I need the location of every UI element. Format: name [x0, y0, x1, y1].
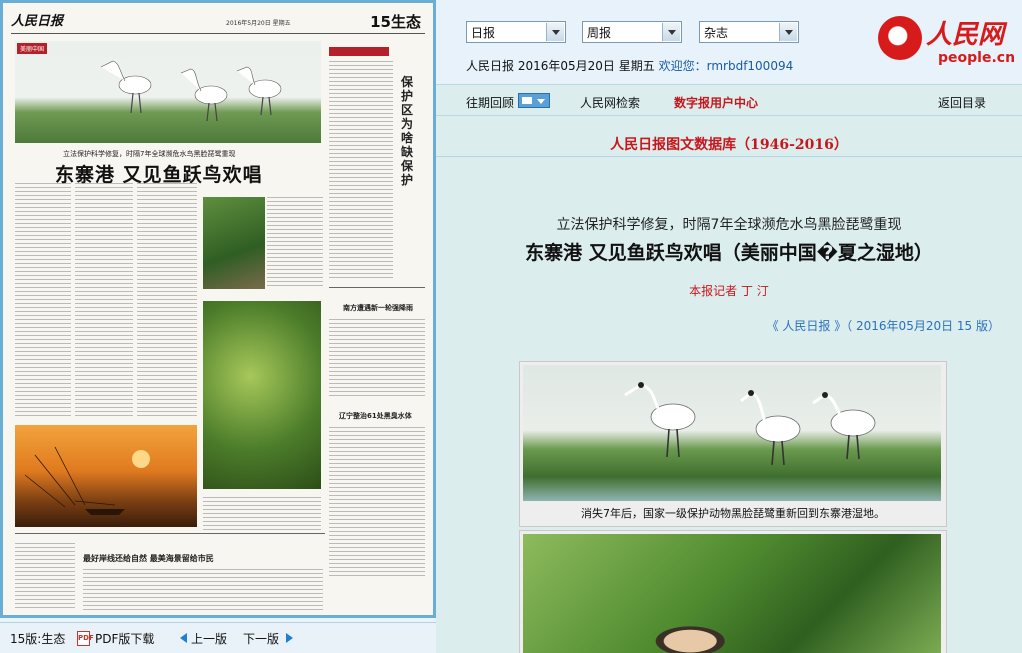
- edition-label: 15版:生态: [10, 632, 66, 646]
- newspaper-logo: 人民日报: [11, 14, 64, 29]
- newspaper-subheadline: 立法保护科学修复，时隔7年全球濒危水鸟黑脸琵鹭重现: [63, 150, 236, 158]
- newspaper-edition: 15生态: [370, 13, 421, 31]
- prev-edition-link[interactable]: 上一版: [191, 630, 227, 647]
- man-in-mangrove-photo[interactable]: [523, 534, 941, 653]
- weekly-select[interactable]: 周报: [582, 21, 682, 43]
- weekly-select-value: 周报: [587, 26, 612, 40]
- chevron-down-icon[interactable]: [546, 23, 564, 41]
- welcome-user: 欢迎您：rmrbdf100094: [658, 59, 794, 73]
- newspaper-rule: [15, 533, 325, 534]
- newspaper-text-column[interactable]: [329, 61, 393, 281]
- spoonbill-photo[interactable]: [523, 365, 941, 501]
- edition-pager: 15版:生态 PDF PDF版下载 上一版 下一版: [0, 622, 436, 653]
- newspaper-photo-sunset[interactable]: [15, 425, 197, 527]
- magazine-select-value: 杂志: [704, 26, 729, 40]
- newspaper-text-column[interactable]: [267, 197, 323, 289]
- newspaper-text-column[interactable]: [15, 543, 75, 611]
- newspaper-bottom-headline[interactable]: 最好岸线还给自然 最美海景留给市民: [83, 553, 214, 564]
- newspaper-vertical-title[interactable]: 保护区为啥缺保护: [401, 75, 415, 187]
- article-author: 本报记者 丁 汀: [689, 284, 769, 298]
- page: 人民日报 2016年5月20日 星期五 15生态 美丽中国 立法保护科学修复，时…: [0, 0, 1022, 653]
- newspaper-text-column[interactable]: [15, 183, 71, 419]
- title-divider: [436, 156, 1022, 157]
- newspaper-column-tag: [329, 47, 389, 56]
- newspaper-date: 2016年5月20日 星期五: [226, 20, 291, 27]
- article-photo-1[interactable]: 消失7年后，国家一级保护动物黑脸琵鹭重新回到东寨港湿地。: [519, 361, 947, 527]
- brand-url: people.cn: [938, 50, 1016, 66]
- newspaper-photo-birds[interactable]: 美丽中国: [15, 41, 321, 143]
- people-cn-logo[interactable]: 人民网 people.cn: [876, 10, 1016, 68]
- paper-name: 人民日报: [466, 59, 515, 73]
- fishing-sunset-illustration: [24, 446, 150, 515]
- photo-caption: 消失7年后，国家一级保护动物黑脸琵鹭重新回到东寨港湿地。: [581, 507, 885, 520]
- arrow-right-icon[interactable]: [286, 633, 293, 643]
- newspaper-rule: [329, 287, 425, 288]
- next-edition-link[interactable]: 下一版: [243, 630, 279, 647]
- digital-user-center-link[interactable]: 数字报用户中心: [674, 94, 758, 111]
- chevron-down-icon[interactable]: [662, 23, 680, 41]
- daily-select-value: 日报: [471, 26, 496, 40]
- daily-select[interactable]: 日报: [466, 21, 566, 43]
- newspaper-text-column[interactable]: [329, 319, 425, 399]
- issue-weekday: 星期五: [618, 59, 655, 73]
- newspaper-text-column[interactable]: [329, 427, 425, 577]
- site-header: 日报 周报 杂志 人民日报 2016年05月20日 星期五 欢迎您：rmrbdf…: [436, 0, 1022, 84]
- newspaper-page-image[interactable]: 人民日报 2016年5月20日 星期五 15生态 美丽中国 立法保护科学修复，时…: [3, 3, 433, 615]
- spoonbills-illustration: [100, 60, 282, 122]
- newspaper-text-column[interactable]: [75, 183, 133, 419]
- newspaper-photo-mangrove[interactable]: [203, 301, 321, 489]
- brand-name: 人民网: [926, 20, 1005, 50]
- magazine-select[interactable]: 杂志: [699, 21, 799, 43]
- pdf-icon[interactable]: PDF: [77, 631, 94, 646]
- spoonbills-illustration: [624, 382, 876, 466]
- newspaper-masthead: 人民日报 2016年5月20日 星期五 15生态: [11, 8, 425, 34]
- search-link[interactable]: 人民网检索: [580, 94, 640, 111]
- newspaper-section-tag: 美丽中国: [17, 43, 48, 54]
- calendar-icon[interactable]: [518, 93, 550, 108]
- date-line: 人民日报 2016年05月20日 星期五 欢迎您：rmrbdf100094: [466, 57, 793, 74]
- chevron-down-icon[interactable]: [779, 23, 797, 41]
- newspaper-photo-man[interactable]: [203, 197, 265, 289]
- newspaper-text-column[interactable]: [83, 569, 323, 611]
- article-panel: 人民日报图文数据库（1946-2016） 立法保护科学修复，时隔7年全球濒危水鸟…: [436, 116, 1022, 653]
- article-photo-2[interactable]: [519, 530, 947, 653]
- newspaper-text-column[interactable]: [137, 183, 197, 419]
- database-title: 人民日报图文数据库（1946-2016）: [610, 137, 848, 153]
- issue-date: 2016年05月20日: [517, 59, 615, 73]
- newspaper-mid-headline-1[interactable]: 南方遭遇新一轮强降雨: [343, 303, 413, 313]
- archive-link[interactable]: 往期回顾: [466, 94, 514, 111]
- people-logo-icon: [878, 16, 922, 60]
- back-to-contents-link[interactable]: 返回目录: [938, 94, 986, 111]
- newspaper-mid-headline-2[interactable]: 辽宁整治61处黑臭水体: [339, 411, 412, 421]
- pdf-download-link[interactable]: PDF版下载: [95, 630, 154, 647]
- newspaper-page-frame[interactable]: 人民日报 2016年5月20日 星期五 15生态 美丽中国 立法保护科学修复，时…: [0, 0, 436, 618]
- article-subtitle: 立法保护科学修复，时隔7年全球濒危水鸟黑脸琵鹭重现: [556, 217, 902, 233]
- nav-bar: 往期回顾 人民网检索 数字报用户中心 返回目录: [436, 84, 1022, 116]
- article-source: 《 人民日报 》（ 2016年05月20日 15 版）: [766, 319, 1000, 333]
- article-title: 东寨港 又见鱼跃鸟欢唱（美丽中国�夏之湿地）: [525, 242, 933, 264]
- newspaper-text-column[interactable]: [203, 497, 321, 533]
- arrow-left-icon[interactable]: [180, 633, 187, 643]
